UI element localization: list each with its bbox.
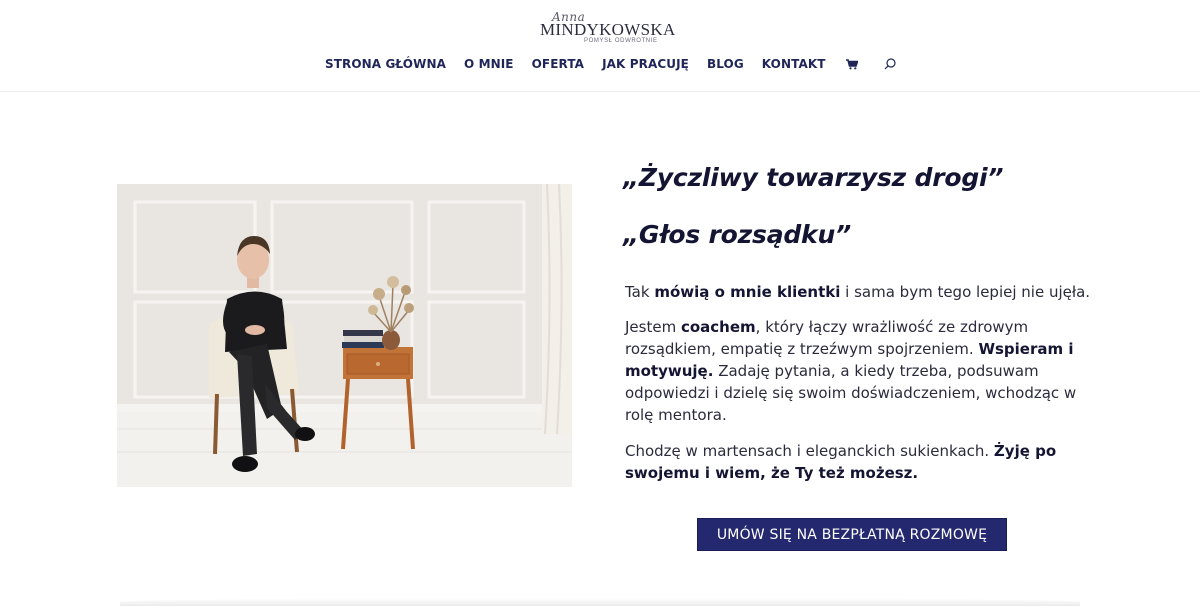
intro-paragraph: Tak mówią o mnie klientki i sama bym teg… xyxy=(625,283,1091,301)
logo-name: MINDYKOWSKA xyxy=(540,20,676,39)
coach-photo xyxy=(117,184,572,487)
nav-item-offer[interactable]: OFERTA xyxy=(532,57,584,71)
nav-item-how-i-work[interactable]: JAK PRACUJĘ xyxy=(602,57,689,71)
coach-paragraph: Jestem coachem, który łączy wrażliwość z… xyxy=(625,318,1077,424)
nav-item-about[interactable]: O MNIE xyxy=(464,57,514,71)
nav-item-home[interactable]: STRONA GŁÓWNA xyxy=(325,57,446,71)
nav-item-contact[interactable]: KONTAKT xyxy=(762,57,826,71)
nav-item-blog[interactable]: BLOG xyxy=(707,57,744,71)
hero-heading-2: „Głos rozsądku” xyxy=(623,220,851,249)
book-free-call-button[interactable]: UMÓW SIĘ NA BEZPŁATNĄ ROZMOWĘ xyxy=(697,518,1007,551)
style-paragraph: Chodzę w martensach i eleganckich sukien… xyxy=(625,442,1057,482)
site-logo[interactable]: Anna MINDYKOWSKA POMYSŁ ODWROTNIE xyxy=(540,10,675,48)
search-icon[interactable] xyxy=(884,58,896,70)
cart-icon[interactable] xyxy=(845,58,858,70)
hero-heading-1: „Życzliwy towarzysz drogi” xyxy=(623,163,1004,192)
logo-tagline: POMYSŁ ODWROTNIE xyxy=(584,38,658,44)
site-header: Anna MINDYKOWSKA POMYSŁ ODWROTNIE STRONA… xyxy=(0,0,1200,92)
main-nav: STRONA GŁÓWNA O MNIE OFERTA JAK PRACUJĘ … xyxy=(325,55,896,73)
